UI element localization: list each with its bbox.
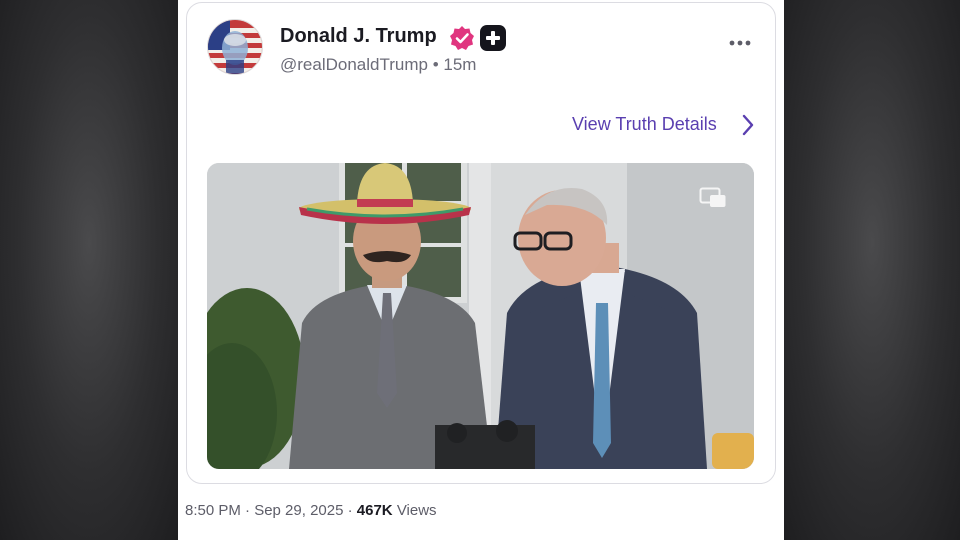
views-count: 467K bbox=[356, 502, 393, 519]
more-options-icon[interactable] bbox=[728, 37, 752, 49]
blurred-backdrop-left bbox=[0, 0, 178, 540]
post-timestamp: 8:50 PM · Sep 29, 2025 · bbox=[185, 502, 353, 519]
picture-in-picture-icon[interactable] bbox=[699, 187, 727, 209]
views-label: Views bbox=[396, 502, 437, 519]
author-avatar[interactable] bbox=[207, 19, 263, 75]
post-screen: Donald J. Trump @realDonaldTrump • 15m V… bbox=[178, 0, 784, 540]
post-time-ago: 15m bbox=[443, 55, 477, 74]
chevron-right-icon[interactable] bbox=[740, 113, 756, 137]
handle-separator: • bbox=[432, 55, 439, 74]
plus-badge-icon bbox=[480, 25, 506, 51]
post-meta: 8:50 PM · Sep 29, 2025 · 467K Views bbox=[185, 502, 437, 519]
author-name[interactable]: Donald J. Trump bbox=[280, 25, 437, 48]
post-card: Donald J. Trump @realDonaldTrump • 15m V… bbox=[186, 2, 776, 484]
author-handle-line: @realDonaldTrump • 15m bbox=[280, 55, 476, 75]
view-truth-details-link[interactable]: View Truth Details bbox=[572, 114, 717, 135]
post-media-video[interactable] bbox=[207, 163, 754, 469]
blurred-backdrop-right bbox=[784, 0, 960, 540]
author-handle[interactable]: @realDonaldTrump bbox=[280, 55, 428, 74]
verified-badge-icon bbox=[450, 26, 474, 50]
